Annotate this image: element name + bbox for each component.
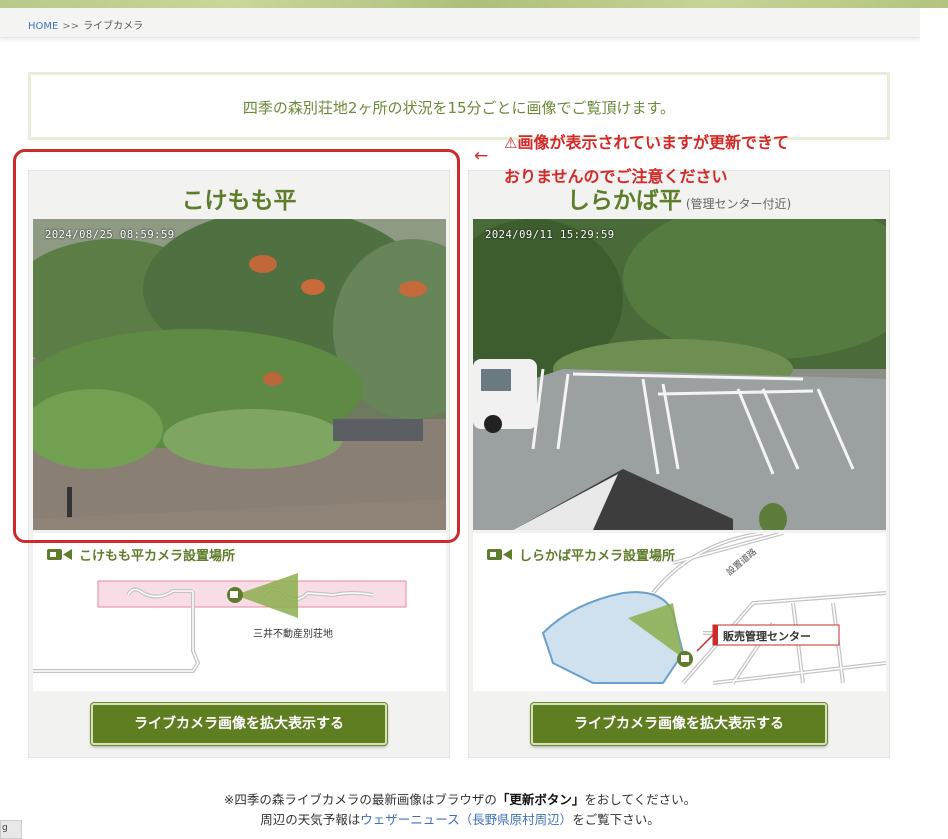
intro-text: 四季の森別荘地2ヶ所の状況を15分ごとに画像でご覧頂けます。 xyxy=(242,99,676,117)
footer-weather-note: 周辺の天気予報はウェザーニュース（長野県原村周辺）をご覧下さい。 xyxy=(260,812,660,827)
camera-map-shirakaba: しらかば平カメラ設置場所 設置道路 販売管理センター xyxy=(473,533,886,691)
camera-image-shirakaba[interactable]: 2024/09/11 15:29:59 xyxy=(473,219,886,530)
corner-tab: g xyxy=(0,820,22,839)
breadcrumb: HOME >> ライブカメラ xyxy=(0,8,920,38)
map-place-label: 販売管理センター xyxy=(723,630,811,643)
breadcrumb-separator: >> xyxy=(62,21,80,32)
weathernews-link[interactable]: ウェザーニュース（長野県原村周辺） xyxy=(360,812,572,827)
footer-refresh-note: ※四季の森ライブカメラの最新画像はブラウザの「更新ボタン」をおしてください。 xyxy=(223,792,697,807)
page-gutter xyxy=(920,8,948,839)
site-map-graphic xyxy=(541,533,886,685)
warning-line-1: 画像が表示されていますが更新できて xyxy=(517,133,789,152)
camera-panel-shirakaba: しらかば平 (管理センター付近) 2024/09/11 15:29:59 しらかば… xyxy=(468,170,890,758)
arrow-icon: ← xyxy=(474,146,489,166)
header-strip xyxy=(0,0,948,8)
enlarge-shirakaba-button[interactable]: ライブカメラ画像を拡大表示する xyxy=(531,703,827,745)
update-warning: ⚠画像が表示されていますが更新できて おりませんのでご注意ください xyxy=(504,126,864,194)
warning-line-2: おりませんのでご注意ください xyxy=(504,167,728,186)
site-map-graphic xyxy=(33,573,407,673)
camera-subtitle: (管理センター付近) xyxy=(685,197,792,211)
camera-map-kokemomo: こけもも平カメラ設置場所 三井不動産別荘地 xyxy=(33,533,446,691)
parking-photo xyxy=(473,219,886,530)
enlarge-kokemomo-button[interactable]: ライブカメラ画像を拡大表示する xyxy=(91,703,387,745)
refresh-button-text: 「更新ボタン」 xyxy=(496,792,585,807)
breadcrumb-home-link[interactable]: HOME xyxy=(28,21,58,32)
highlight-outline xyxy=(13,149,460,543)
warning-icon: ⚠ xyxy=(504,134,518,152)
map-place-label: 三井不動産別荘地 xyxy=(253,629,333,640)
camera-timestamp: 2024/09/11 15:29:59 xyxy=(485,229,615,241)
breadcrumb-current: ライブカメラ xyxy=(83,21,144,32)
